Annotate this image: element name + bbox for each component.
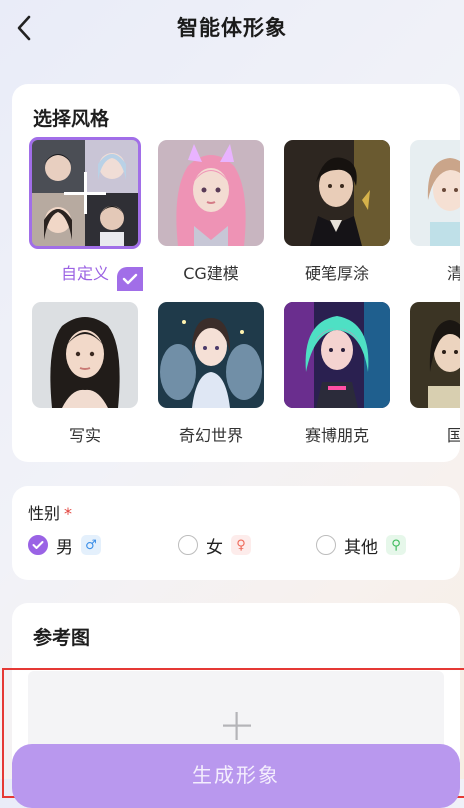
- gender-radio-group: 男 ♂ 女 ♀ 其他 ⚲: [28, 532, 458, 558]
- style-item-fresh[interactable]: 清新: [410, 140, 460, 290]
- fresh-style-thumbnail: [410, 140, 460, 246]
- style-item-cyberpunk[interactable]: 赛博朋克: [284, 302, 394, 452]
- radio-unchecked-icon: [178, 535, 198, 555]
- reference-title: 参考图: [33, 627, 91, 649]
- gender-option-label: 女: [206, 537, 223, 558]
- radio-checked-icon: [28, 535, 48, 555]
- style-item-fantasy-world[interactable]: 奇幻世界: [158, 302, 268, 452]
- gender-option-label: 其他: [344, 537, 378, 558]
- style-label: 赛博朋克: [304, 426, 369, 445]
- gender-option-male[interactable]: 男 ♂: [28, 532, 101, 558]
- gender-option-female[interactable]: 女 ♀: [178, 532, 251, 558]
- style-label: 国风: [446, 426, 460, 445]
- style-item-cg-modeling[interactable]: CG建模: [158, 140, 268, 290]
- cyberpunk-thumbnail: [284, 302, 390, 408]
- custom-style-thumbnail: [29, 137, 141, 249]
- female-icon: ♀: [231, 535, 251, 555]
- style-card: 选择风格 自定义 CG建模 硬笔厚涂 清 写实 奇幻世界 赛博朋克 国: [12, 84, 460, 462]
- page-title: 智能体形象: [177, 16, 287, 40]
- cg-modeling-thumbnail: [158, 140, 264, 246]
- style-item-realistic[interactable]: 写实: [32, 302, 142, 452]
- realistic-thumbnail: [32, 302, 138, 408]
- fantasy-world-thumbnail: [158, 302, 264, 408]
- generate-avatar-button[interactable]: 生成形象: [12, 744, 460, 808]
- gender-label: 性别 *: [28, 500, 72, 524]
- header: 智能体形象: [0, 0, 464, 56]
- gender-card: 性别 * 男 ♂ 女 ♀ 其他 ⚲: [12, 486, 460, 580]
- gender-option-label: 男: [56, 537, 73, 558]
- style-label: 自定义: [60, 264, 109, 283]
- male-icon: ♂: [81, 535, 101, 555]
- style-label: 写实: [68, 426, 101, 445]
- style-item-chinese-style[interactable]: 国风: [410, 302, 460, 452]
- style-item-custom[interactable]: 自定义: [29, 137, 143, 291]
- gender-option-other[interactable]: 其他 ⚲: [316, 532, 406, 558]
- radio-unchecked-icon: [316, 535, 336, 555]
- gender-label-text: 性别: [28, 504, 61, 523]
- style-label: CG建模: [183, 264, 239, 283]
- style-label: 硬笔厚涂: [304, 264, 369, 283]
- chinese-style-thumbnail: [410, 302, 460, 408]
- style-label: 奇幻世界: [178, 426, 243, 445]
- style-label: 清新: [446, 264, 460, 283]
- hard-brush-thumbnail: [284, 140, 390, 246]
- other-gender-icon: ⚲: [386, 535, 406, 555]
- style-item-hard-brush[interactable]: 硬笔厚涂: [284, 140, 394, 290]
- required-mark: *: [64, 504, 73, 523]
- plus-icon: [223, 712, 251, 740]
- style-section-title: 选择风格: [33, 108, 110, 130]
